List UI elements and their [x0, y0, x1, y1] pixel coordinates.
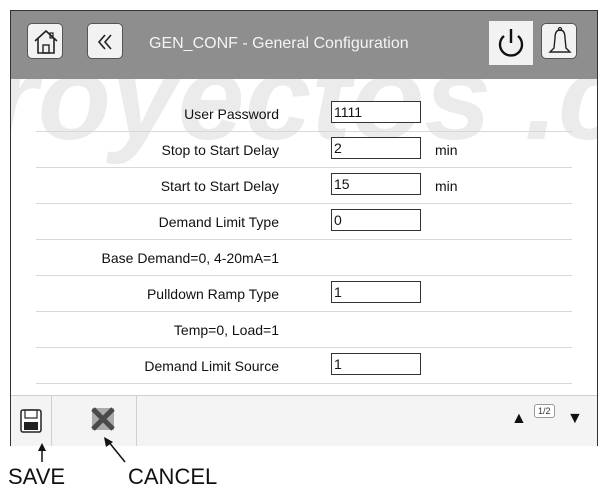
header-bar: GEN_CONF - General Configuration [11, 11, 597, 79]
setting-unit: min [435, 142, 458, 158]
setting-row: Demand Limit Type 0 [11, 204, 597, 240]
setting-label: Demand Limit Source [144, 358, 279, 374]
down-arrow-icon: ▼ [567, 410, 583, 427]
save-button[interactable] [11, 396, 52, 446]
home-button[interactable] [27, 23, 63, 59]
setting-row: Demand Limit Source 1 [11, 348, 597, 384]
setting-value-field[interactable]: 15 [331, 173, 421, 195]
page-up-arrow[interactable]: ▲ [511, 410, 527, 428]
setting-row: Base Demand=0, 4-20mA=1 [11, 240, 597, 276]
cancel-icon [91, 407, 115, 431]
setting-value-field[interactable]: 2 [331, 137, 421, 159]
setting-row: Pulldown Ramp Type 1 [11, 276, 597, 312]
page-title: GEN_CONF - General Configuration [149, 35, 409, 52]
setting-unit: min [435, 178, 458, 194]
page-indicator: 1/2 [534, 404, 555, 418]
power-icon [498, 29, 524, 57]
setting-label: Base Demand=0, 4-20mA=1 [101, 250, 279, 266]
back-icon [97, 34, 112, 50]
setting-label: Pulldown Ramp Type [146, 286, 279, 302]
up-arrow-icon: ▲ [511, 410, 527, 427]
cancel-caption: CANCEL [128, 464, 218, 489]
setting-label: Temp=0, Load=1 [173, 322, 279, 338]
setting-label: Stop to Start Delay [161, 142, 279, 158]
setting-value-field[interactable]: 1 [331, 353, 421, 375]
alarm-button[interactable] [541, 23, 577, 59]
setting-value-field[interactable]: 1111 [331, 101, 421, 123]
home-icon [34, 29, 58, 54]
setting-row: User Password 1111 [11, 96, 597, 132]
bell-icon [548, 26, 572, 53]
setting-row: Start to Start Delay 15 min [11, 168, 597, 204]
power-button[interactable] [489, 21, 533, 65]
settings-list: User Password 1111 Stop to Start Delay 2 min… [11, 96, 597, 384]
setting-value-field[interactable]: 0 [331, 209, 421, 231]
page-down-arrow[interactable]: ▼ [567, 410, 583, 428]
setting-row: Stop to Start Delay 2 min [11, 132, 597, 168]
setting-row: Temp=0, Load=1 [11, 312, 597, 348]
setting-label: Demand Limit Type [158, 214, 279, 230]
setting-label: User Password [184, 106, 279, 122]
setting-label: Start to Start Delay [160, 178, 279, 194]
cancel-button[interactable] [51, 396, 137, 446]
save-caption: SAVE [8, 464, 66, 489]
screen-frame: GEN_CONF - General Configuration royecto… [10, 10, 598, 446]
save-icon [20, 409, 42, 433]
back-button[interactable] [87, 23, 123, 59]
footer-bar: ▲ 1/2 ▼ [11, 395, 597, 446]
row-divider [36, 383, 572, 384]
setting-value-field[interactable]: 1 [331, 281, 421, 303]
